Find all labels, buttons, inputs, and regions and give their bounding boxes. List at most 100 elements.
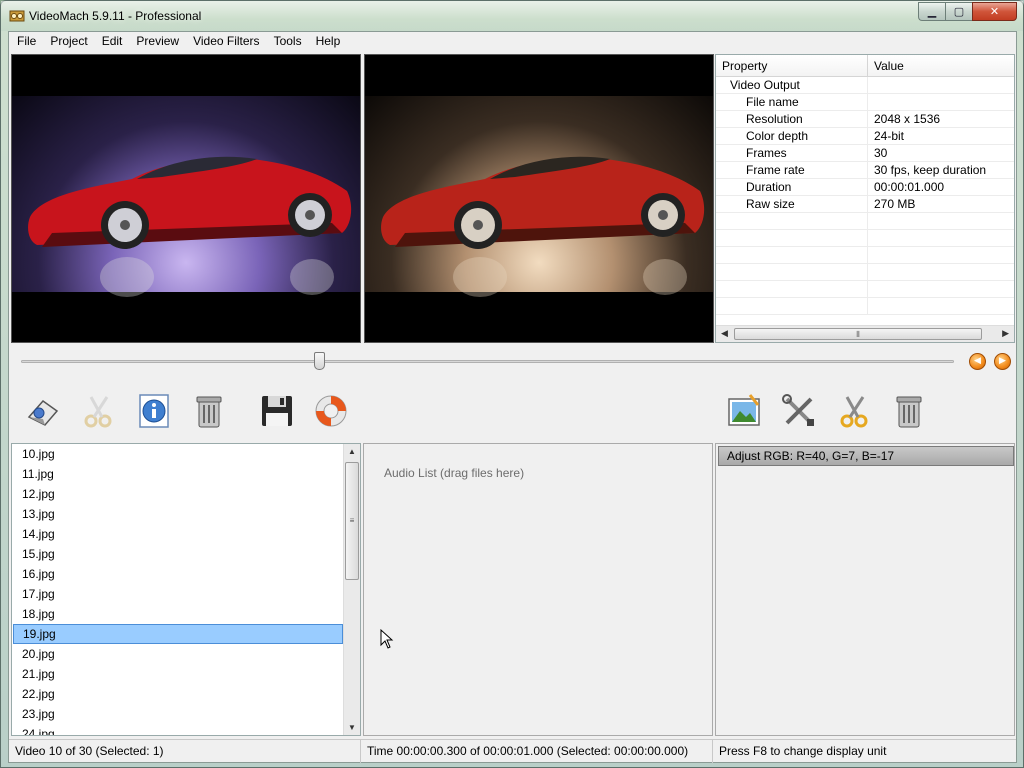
timeline-slider-track[interactable] [21,360,954,363]
property-key: File name [716,94,868,110]
property-row[interactable]: Video Output [716,77,1014,94]
property-row[interactable]: File name [716,94,1014,111]
output-preview[interactable] [364,54,714,343]
value-column-header[interactable]: Value [868,55,904,76]
app-window: VideoMach 5.9.11 - Professional ▁ ▢ ✕ Fi… [0,0,1024,768]
menu-file[interactable]: File [10,32,43,51]
property-row[interactable]: Color depth 24-bit [716,128,1014,145]
car-image [28,156,352,297]
window-title: VideoMach 5.9.11 - Professional [29,9,202,23]
property-key: Duration [716,179,868,195]
list-item[interactable]: 13.jpg [12,504,344,524]
status-time: Time 00:00:00.300 of 00:00:01.000 (Selec… [361,740,713,763]
properties-grid[interactable]: Property Value Video Output File name Re… [715,54,1015,343]
lifebuoy-icon[interactable] [311,391,351,431]
property-key: Raw size [716,196,868,212]
list-item[interactable]: 10.jpg [12,444,344,464]
list-item[interactable]: 15.jpg [12,544,344,564]
tools-icon[interactable] [779,391,819,431]
title-bar[interactable]: VideoMach 5.9.11 - Professional ▁ ▢ ✕ [1,1,1023,31]
property-value: 30 fps, keep duration [874,163,987,177]
menu-edit[interactable]: Edit [95,32,130,51]
properties-horizontal-scrollbar[interactable]: ◀ ⦀ ▶ [716,325,1014,342]
property-key: Frame rate [716,162,868,178]
menu-project[interactable]: Project [43,32,94,51]
property-key: Video Output [716,77,868,93]
property-key: Color depth [716,128,868,144]
trash-icon[interactable] [189,391,229,431]
property-row[interactable]: Resolution 2048 x 1536 [716,111,1014,128]
next-frame-button[interactable]: ▶ [994,353,1011,370]
property-value [868,94,874,110]
menu-tools[interactable]: Tools [267,32,309,51]
property-value [868,77,874,93]
client-area: File Project Edit Preview Video Filters … [8,31,1017,763]
menu-help[interactable]: Help [309,32,348,51]
properties-header: Property Value [716,55,1014,77]
list-item-selected[interactable]: 19.jpg [13,624,343,644]
menu-video-filters[interactable]: Video Filters [186,32,266,51]
empty-row [716,230,1014,247]
empty-row [716,213,1014,230]
eraser-icon[interactable] [23,391,63,431]
scroll-up-arrow-icon[interactable]: ▲ [348,447,356,456]
timeline-slider-thumb[interactable] [314,352,326,370]
empty-row [716,281,1014,298]
audio-list-placeholder: Audio List (drag files here) [384,466,525,480]
property-row[interactable]: Duration 00:00:01.000 [716,179,1014,196]
list-item[interactable]: 12.jpg [12,484,344,504]
status-bar: Video 10 of 30 (Selected: 1) Time 00:00:… [9,739,1016,763]
list-item[interactable]: 14.jpg [12,524,344,544]
property-row[interactable]: Frames 30 [716,145,1014,162]
filter-item[interactable]: Adjust RGB: R=40, G=7, B=-17 [718,446,1014,466]
info-icon[interactable] [135,391,175,431]
status-video-count: Video 10 of 30 (Selected: 1) [9,740,361,763]
property-key: Resolution [716,111,868,127]
list-item[interactable]: 18.jpg [12,604,344,624]
list-item[interactable]: 21.jpg [12,664,344,684]
scroll-right-arrow-icon[interactable]: ▶ [1002,328,1009,339]
filter-trash-icon[interactable] [889,391,929,431]
list-item[interactable]: 16.jpg [12,564,344,584]
status-hint: Press F8 to change display unit [719,744,887,758]
list-item[interactable]: 24.jpg [12,724,344,735]
scroll-down-arrow-icon[interactable]: ▼ [348,723,356,732]
video-file-list[interactable]: 10.jpg 11.jpg 12.jpg 13.jpg 14.jpg 15.jp… [11,443,361,736]
property-value: 2048 x 1536 [874,112,941,126]
source-preview[interactable] [11,54,361,343]
list-item[interactable]: 17.jpg [12,584,344,604]
property-row[interactable]: Frame rate 30 fps, keep duration [716,162,1014,179]
property-row[interactable]: Raw size 270 MB [716,196,1014,213]
video-filters-list[interactable]: Adjust RGB: R=40, G=7, B=-17 [715,443,1015,736]
menu-bar: File Project Edit Preview Video Filters … [9,32,1016,51]
close-button[interactable]: ✕ [972,2,1017,21]
empty-row [716,298,1014,315]
empty-row [716,247,1014,264]
floppy-save-icon[interactable] [257,391,297,431]
property-value: 24-bit [874,129,905,143]
property-key: Frames [716,145,868,161]
scrollbar-thumb[interactable]: ≡ [345,462,359,580]
audio-list[interactable]: Audio List (drag files here) [363,443,713,736]
property-column-header[interactable]: Property [716,55,868,76]
list-item[interactable]: 22.jpg [12,684,344,704]
scissors-icon[interactable] [835,391,875,431]
property-value: 00:00:01.000 [874,180,945,194]
menu-preview[interactable]: Preview [129,32,186,51]
mouse-cursor-icon [380,629,394,649]
scroll-left-arrow-icon[interactable]: ◀ [721,328,728,339]
file-list-scrollbar[interactable]: ▲ ≡ ▼ [343,444,360,735]
image-edit-icon[interactable] [724,391,764,431]
scrollbar-thumb[interactable]: ⦀ [734,328,982,340]
app-icon [9,10,25,22]
maximize-button[interactable]: ▢ [945,2,972,21]
property-value: 30 [874,146,888,160]
minimize-button[interactable]: ▁ [918,2,945,21]
previous-frame-button[interactable]: ◀ [969,353,986,370]
list-item[interactable]: 23.jpg [12,704,344,724]
empty-row [716,264,1014,281]
list-item[interactable]: 11.jpg [12,464,344,484]
property-value: 270 MB [874,197,916,211]
scissors-disabled-icon[interactable] [79,391,119,431]
list-item[interactable]: 20.jpg [12,644,344,664]
